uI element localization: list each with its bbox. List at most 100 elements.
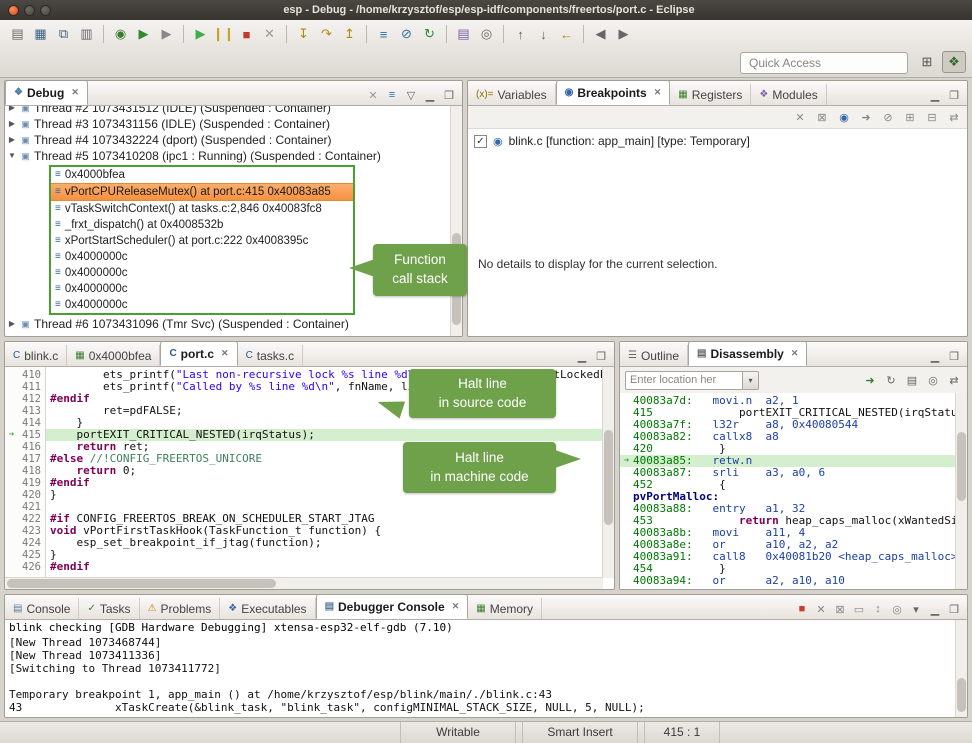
editor-tab-tasks-c[interactable]: Ctasks.c (238, 345, 304, 366)
instruction-stepping-icon[interactable]: ≡ (372, 23, 395, 45)
minimize-view-icon[interactable]: ▁ (927, 348, 943, 364)
display-selected-console-icon[interactable]: ▾ (908, 601, 924, 617)
stack-frame[interactable]: ≡_frxt_dispatch() at 0x4008532b (51, 217, 353, 233)
disconnect-icon[interactable]: ✕ (258, 23, 281, 45)
pin-console-icon[interactable]: ◎ (889, 601, 905, 617)
stack-frame[interactable]: ≡xPortStartScheduler() at port.c:222 0x4… (51, 233, 353, 249)
breakpoint-list-item[interactable]: ✓ ◉ blink.c [function: app_main] [type: … (468, 129, 967, 153)
thread-row[interactable]: ▼▣Thread #5 1073410208 (ipc1 : Running) … (5, 148, 451, 164)
maximize-view-icon[interactable]: ❐ (946, 348, 962, 364)
resume-icon[interactable]: ▶ (189, 23, 212, 45)
skip-all-breakpoints-icon[interactable]: ⊘ (395, 23, 418, 45)
code-line[interactable]: } (46, 549, 603, 561)
debug-perspective-icon[interactable]: ❖ (942, 51, 966, 73)
editor-hscrollbar[interactable] (5, 577, 603, 589)
console-tab-tasks[interactable]: ✓Tasks (79, 598, 139, 619)
console-tab-console[interactable]: ▤Console (5, 598, 79, 619)
disasm-tab-disassembly[interactable]: ▤Disassembly✕ (688, 341, 807, 366)
print-icon[interactable]: ▥ (75, 23, 98, 45)
terminate-icon[interactable]: ■ (794, 601, 810, 617)
maximize-view-icon[interactable]: ❐ (946, 87, 962, 103)
tab-debug[interactable]: ❖ Debug ✕ (5, 80, 88, 105)
editor-tab-port-c[interactable]: Cport.c✕ (160, 341, 237, 366)
console-tab-memory[interactable]: ▦Memory (468, 598, 542, 619)
open-perspective-icon[interactable]: ⊞ (915, 51, 939, 73)
new-icon[interactable]: ▤ (6, 23, 29, 45)
minimize-view-icon[interactable]: ▁ (927, 87, 943, 103)
link-with-debug-view-icon[interactable]: ⇄ (946, 109, 962, 125)
show-source-icon[interactable]: ▤ (904, 372, 920, 388)
expand-icon[interactable]: ▶ (5, 132, 19, 148)
new-c-project-icon[interactable]: ▤ (452, 23, 475, 45)
window-close-icon[interactable] (8, 5, 19, 16)
stack-frame[interactable]: ≡0x4000000c (51, 297, 353, 313)
step-over-icon[interactable]: ↷ (315, 23, 338, 45)
run-icon[interactable]: ▶ (132, 23, 155, 45)
minimize-view-icon[interactable]: ▁ (574, 348, 590, 364)
remove-all-launches-icon[interactable]: ⊠ (832, 601, 848, 617)
refresh-view-icon[interactable]: ↻ (883, 372, 899, 388)
track-expression-icon[interactable]: ◎ (925, 372, 941, 388)
sync-selection-icon[interactable]: ⇄ (946, 372, 962, 388)
thread-row[interactable]: ▶▣Thread #6 1073431096 (Tmr Svc) (Suspen… (5, 316, 451, 332)
scrollbar-thumb[interactable] (957, 678, 966, 712)
stack-frame[interactable]: ≡0x4000000c (51, 249, 353, 265)
right-tab-modules[interactable]: ❖Modules (751, 84, 826, 105)
remove-launch-icon[interactable]: ✕ (813, 601, 829, 617)
restart-icon[interactable]: ↻ (418, 23, 441, 45)
stack-frame[interactable]: ≡vTaskSwitchContext() at tasks.c:2,846 0… (51, 201, 353, 217)
show-supported-breakpoints-icon[interactable]: ◉ (836, 109, 852, 125)
console-tab-problems[interactable]: ⚠Problems (140, 598, 221, 619)
expand-icon[interactable]: ▶ (5, 316, 19, 332)
console-tab-executables[interactable]: ❖Executables (220, 598, 315, 619)
search-icon[interactable]: ◎ (475, 23, 498, 45)
save-all-icon[interactable]: ⧉ (52, 23, 75, 45)
collapse-icon[interactable]: ▼ (5, 148, 19, 164)
stack-frame[interactable]: ≡vPortCPUReleaseMutex() at port.c:415 0x… (51, 183, 353, 201)
editor-tab-0x4000bfea[interactable]: ▦0x4000bfea (67, 345, 160, 366)
disasm-tab-outline[interactable]: ☰Outline (620, 345, 688, 366)
editor-gutter[interactable]: 410411412413414➜415416417418419420421422… (5, 367, 46, 578)
expand-all-icon[interactable]: ⊞ (902, 109, 918, 125)
stack-frame[interactable]: ≡0x4000bfea (51, 167, 353, 183)
last-edit-location-icon[interactable]: ← (555, 23, 578, 45)
close-tab-icon[interactable]: ✕ (71, 87, 79, 98)
right-tab-variables[interactable]: (x)=Variables (468, 84, 556, 105)
disassembly-line[interactable]: 40083a94: or a2, a10, a10 (620, 575, 956, 587)
breakpoint-checkbox[interactable]: ✓ (474, 135, 487, 148)
go-to-file-icon[interactable]: ➜ (858, 109, 874, 125)
location-input[interactable]: Enter location her (625, 371, 743, 390)
skip-all-breakpoints-icon[interactable]: ⊘ (880, 109, 896, 125)
disassembly-listing[interactable]: 40083a7d: movi.n a2, 1415 portEXIT_CRITI… (620, 393, 956, 589)
remove-all-breakpoints-icon[interactable]: ⊠ (814, 109, 830, 125)
stack-frame[interactable]: ≡0x4000000c (51, 281, 353, 297)
terminate-icon[interactable]: ■ (235, 23, 258, 45)
window-minimize-icon[interactable] (24, 5, 35, 16)
step-return-icon[interactable]: ↥ (338, 23, 361, 45)
save-icon[interactable]: ▦ (29, 23, 52, 45)
back-icon[interactable]: ◀ (589, 23, 612, 45)
right-tab-breakpoints[interactable]: ◉Breakpoints✕ (556, 80, 671, 105)
next-annotation-icon[interactable]: ↓ (532, 23, 555, 45)
suspend-icon[interactable]: ❙❙ (212, 23, 235, 45)
window-titlebar[interactable]: esp - Debug - /home/krzysztof/esp/esp-id… (0, 0, 972, 20)
console-scrollbar[interactable] (955, 620, 967, 717)
close-tab-icon[interactable]: ✕ (791, 348, 799, 359)
disassembly-scrollbar[interactable] (955, 393, 967, 589)
debug-icon[interactable]: ◉ (109, 23, 132, 45)
close-tab-icon[interactable]: ✕ (654, 87, 662, 98)
instruction-stepping-mode-icon[interactable]: ≡ (384, 87, 400, 103)
code-line[interactable]: esp_set_breakpoint_if_jtag(function); (46, 537, 603, 549)
console-tab-debugger-console[interactable]: ▤Debugger Console✕ (316, 594, 469, 619)
collapse-all-icon[interactable]: ⊟ (924, 109, 940, 125)
right-tab-registers[interactable]: ▦Registers (670, 84, 751, 105)
editor-vscrollbar[interactable] (602, 367, 614, 578)
maximize-view-icon[interactable]: ❐ (946, 601, 962, 617)
remove-all-terminated-icon[interactable]: ✕ (365, 87, 381, 103)
debug-scrollbar[interactable] (450, 106, 462, 336)
scrollbar-thumb[interactable] (7, 579, 276, 588)
external-tools-icon[interactable]: ▶ (155, 23, 178, 45)
scrollbar-thumb[interactable] (604, 430, 613, 525)
close-tab-icon[interactable]: ✕ (452, 601, 460, 612)
thread-row[interactable]: ▶▣Thread #2 1073431512 (IDLE) (Suspended… (5, 106, 451, 116)
